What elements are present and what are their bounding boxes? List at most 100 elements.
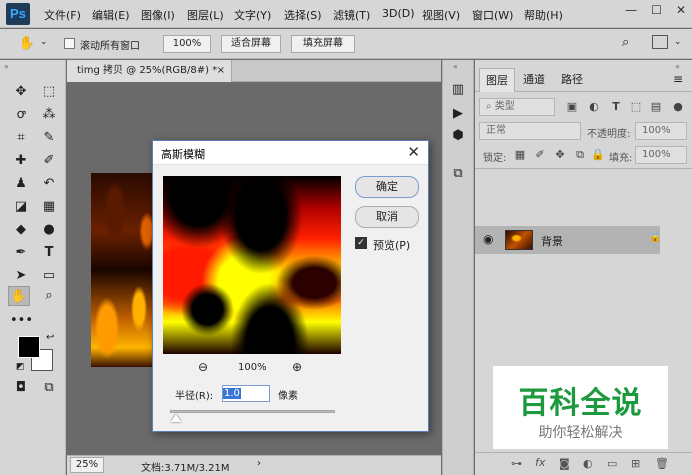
document-tab-title: timg 拷贝 @ 25%(RGB/8#) *	[77, 65, 218, 76]
workspace-icon[interactable]	[652, 35, 668, 49]
menu-type[interactable]: 文字(Y)	[234, 7, 271, 23]
actions-panel-icon[interactable]: ▶	[447, 104, 469, 124]
zoom-in-icon[interactable]: ⊕	[292, 360, 302, 374]
menu-filter[interactable]: 滤镜(T)	[333, 7, 370, 23]
brush-tool-icon[interactable]: ✐	[38, 151, 60, 171]
eraser-tool-icon[interactable]: ◪	[10, 197, 32, 217]
workspace-chevron-icon[interactable]: ⌄	[674, 37, 682, 47]
layer-filter-select[interactable]: ⌕ 类型	[479, 98, 555, 116]
lasso-tool-icon[interactable]: ꝍ	[10, 105, 32, 125]
opacity-field[interactable]: 100%	[635, 122, 687, 140]
lock-transparent-icon[interactable]: ▦	[513, 148, 527, 162]
collapse-panels-icon[interactable]: «	[453, 62, 458, 71]
radius-slider-thumb[interactable]	[171, 414, 181, 422]
fill-screen-button[interactable]: 填充屏幕	[291, 35, 355, 53]
new-group-icon[interactable]: ▭	[607, 457, 617, 470]
more-tools-icon[interactable]: •••	[10, 311, 33, 331]
dialog-titlebar[interactable]: 高斯模糊 ✕	[153, 141, 428, 165]
menu-layer[interactable]: 图层(L)	[187, 7, 224, 23]
link-layers-icon[interactable]: ⊶	[511, 457, 522, 470]
zoom-out-icon[interactable]: ⊖	[198, 360, 208, 374]
lock-artboard-icon[interactable]: ⧉	[573, 148, 587, 162]
type-tool-icon[interactable]: T	[38, 243, 60, 263]
fx-icon[interactable]: fx	[535, 456, 545, 469]
tab-paths[interactable]: 路径	[555, 68, 589, 92]
menu-file[interactable]: 文件(F)	[44, 7, 81, 23]
preview-checkbox[interactable]: ✓	[355, 237, 367, 249]
panel-menu-icon[interactable]: ≡	[673, 72, 683, 86]
quick-mask-icon[interactable]: ◘	[10, 378, 32, 398]
radius-slider-track[interactable]	[170, 410, 335, 413]
blur-preview[interactable]	[163, 176, 341, 354]
eyedropper-tool-icon[interactable]: ✎	[38, 128, 60, 148]
clone-stamp-tool-icon[interactable]: ♟	[10, 174, 32, 194]
rectangle-tool-icon[interactable]: ▭	[38, 266, 60, 286]
swap-colors-icon[interactable]: ↩	[46, 332, 54, 343]
scroll-all-windows-checkbox[interactable]	[64, 38, 75, 49]
radius-input[interactable]: 1.0	[222, 385, 270, 402]
menu-window[interactable]: 窗口(W)	[472, 7, 513, 23]
adjustment-layer-icon[interactable]: ◐	[583, 457, 593, 470]
fit-screen-button[interactable]: 适合屏幕	[221, 35, 281, 53]
marquee-tool-icon[interactable]: ⬚	[38, 82, 60, 102]
history-brush-tool-icon[interactable]: ↶	[38, 174, 60, 194]
properties-panel-icon[interactable]: ⧉	[447, 164, 469, 184]
layer-filter-value: 类型	[494, 101, 515, 112]
status-menu-arrow-icon[interactable]: ›	[257, 458, 261, 469]
zoom-tool-icon[interactable]: ⌕	[38, 286, 60, 306]
new-layer-icon[interactable]: ⊞	[631, 457, 640, 470]
foreground-color-swatch[interactable]	[18, 336, 40, 358]
healing-brush-tool-icon[interactable]: ✚	[10, 151, 32, 171]
menu-edit[interactable]: 编辑(E)	[92, 7, 130, 23]
zoom-level-field[interactable]: 25%	[70, 457, 104, 473]
lock-image-icon[interactable]: ✐	[533, 148, 547, 162]
pen-tool-icon[interactable]: ✒	[10, 243, 32, 263]
gradient-tool-icon[interactable]: ▦	[38, 197, 60, 217]
magic-wand-tool-icon[interactable]: ⁂	[38, 105, 60, 125]
menu-3d[interactable]: 3D(D)	[382, 7, 415, 20]
zoom-100-button[interactable]: 100%	[163, 35, 211, 53]
move-tool-icon[interactable]: ✥	[10, 82, 32, 102]
visibility-eye-icon[interactable]: ◉	[483, 232, 493, 246]
history-panel-icon[interactable]: ▥	[447, 80, 469, 100]
hand-tool-icon[interactable]: ✋	[8, 286, 30, 306]
adjustment-filter-icon[interactable]: ◐	[587, 100, 601, 114]
menu-select[interactable]: 选择(S)	[284, 7, 322, 23]
filter-toggle-icon[interactable]: ●	[671, 100, 685, 114]
chevron-down-icon[interactable]: ⌄	[40, 37, 48, 47]
tab-channels[interactable]: 通道	[517, 68, 551, 92]
ok-button[interactable]: 确定	[355, 176, 419, 198]
path-selection-tool-icon[interactable]: ➤	[10, 266, 32, 286]
maximize-button[interactable]: ☐	[651, 3, 662, 23]
screen-mode-icon[interactable]: ⧉	[38, 378, 60, 398]
menu-image[interactable]: 图像(I)	[141, 7, 175, 23]
document-tab[interactable]: timg 拷贝 @ 25%(RGB/8#) * ×	[67, 60, 232, 82]
menu-help[interactable]: 帮助(H)	[524, 7, 563, 23]
collapse-arrows-icon[interactable]: »	[4, 62, 9, 71]
menu-view[interactable]: 视图(V)	[422, 7, 460, 23]
hand-tool-preset-icon[interactable]: ✋	[16, 34, 38, 54]
crop-tool-icon[interactable]: ⌗	[10, 128, 32, 148]
close-tab-icon[interactable]: ×	[217, 60, 225, 82]
close-icon[interactable]: ✕	[407, 143, 420, 161]
layer-row-background[interactable]: ◉ 背景 🔒	[475, 226, 661, 254]
lock-all-icon[interactable]: 🔒	[591, 148, 605, 162]
delete-layer-icon[interactable]: 🗑	[655, 457, 669, 470]
smart-object-filter-icon[interactable]: ▤	[649, 100, 663, 114]
cancel-button[interactable]: 取消	[355, 206, 419, 228]
minimize-button[interactable]: —	[625, 3, 637, 23]
type-filter-icon[interactable]: T	[609, 100, 623, 114]
fill-field[interactable]: 100%	[635, 146, 687, 164]
blend-mode-select[interactable]: 正常	[479, 122, 581, 140]
add-mask-icon[interactable]: ◙	[559, 457, 570, 470]
search-icon[interactable]: ⌕	[622, 35, 629, 50]
blur-tool-icon[interactable]: ◆	[10, 220, 32, 240]
default-colors-icon[interactable]: ◩	[16, 362, 25, 372]
pixel-filter-icon[interactable]: ▣	[565, 100, 579, 114]
3d-panel-icon[interactable]: ⬢	[447, 126, 469, 146]
shape-filter-icon[interactable]: ⬚	[629, 100, 643, 114]
lock-position-icon[interactable]: ✥	[553, 148, 567, 162]
dodge-tool-icon[interactable]: ●	[38, 220, 60, 240]
tab-layers[interactable]: 图层	[479, 68, 515, 92]
close-window-button[interactable]: ✕	[676, 3, 686, 23]
